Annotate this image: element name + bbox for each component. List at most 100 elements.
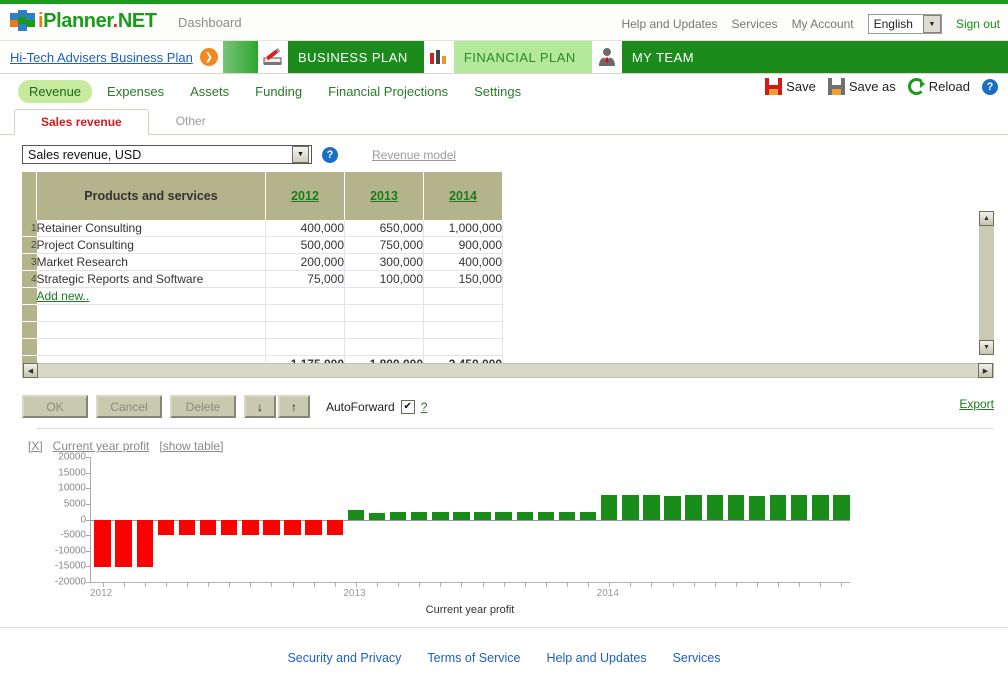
section-nav-financial-projections[interactable]: Financial Projections (317, 80, 459, 103)
column-header-2014[interactable]: 2014 (424, 172, 503, 220)
empty-cell[interactable] (266, 305, 345, 322)
row-number: 1 (22, 220, 37, 237)
tab-other[interactable]: Other (149, 108, 233, 134)
row-value-2013[interactable]: 650,000 (345, 220, 424, 237)
column-header-2012[interactable]: 2012 (266, 172, 345, 220)
empty-cell[interactable] (37, 339, 266, 356)
row-value-2014[interactable]: 400,000 (424, 254, 503, 271)
plan-tab-business-plan[interactable]: BUSINESS PLAN (258, 41, 424, 73)
empty-cell[interactable] (424, 322, 503, 339)
row-value-2013[interactable]: 300,000 (345, 254, 424, 271)
delete-button[interactable]: Delete (170, 395, 236, 418)
scroll-up-button[interactable]: ▲ (979, 211, 994, 226)
add-new-cell[interactable]: Add new.. (37, 288, 266, 305)
chart-x-tick (103, 582, 104, 587)
ok-button[interactable]: OK (22, 395, 88, 418)
table-horizontal-scrollbar[interactable]: ◀ ▶ (22, 363, 994, 378)
logo[interactable]: iPlanner.NET (10, 8, 157, 34)
autoforward-checkbox[interactable]: ✔ (401, 400, 415, 414)
sign-out-link[interactable]: Sign out (956, 17, 1000, 31)
chart-close-link[interactable]: [X] (28, 439, 43, 453)
empty-cell[interactable] (345, 288, 424, 305)
header-link-help-and-updates[interactable]: Help and Updates (621, 17, 717, 31)
empty-cell[interactable] (266, 288, 345, 305)
add-new-link[interactable]: Add new.. (37, 289, 90, 303)
chart-x-tick (736, 582, 737, 587)
toolbar: Save Save as Reload ? (765, 78, 998, 95)
table-vertical-scrollbar[interactable]: ▲ ▼ (978, 211, 994, 355)
chart-bar (517, 512, 533, 519)
row-value-2014[interactable]: 150,000 (424, 271, 503, 288)
row-name[interactable]: Project Consulting (37, 237, 266, 254)
row-name[interactable]: Market Research (37, 254, 266, 271)
row-name[interactable]: Retainer Consulting (37, 220, 266, 237)
scroll-down-button[interactable]: ▼ (979, 340, 994, 355)
language-select[interactable]: English ▼ (868, 14, 942, 34)
empty-cell[interactable] (345, 322, 424, 339)
plan-tab-financial-plan[interactable]: FINANCIAL PLAN (424, 41, 592, 73)
row-value-2013[interactable]: 750,000 (345, 237, 424, 254)
plan-arrow-icon[interactable]: ❯ (199, 47, 219, 67)
row-value-2012[interactable]: 75,000 (266, 271, 345, 288)
move-up-button[interactable]: ↑ (278, 395, 310, 418)
footer-link-help-and-updates[interactable]: Help and Updates (547, 651, 647, 665)
row-value-2012[interactable]: 400,000 (266, 220, 345, 237)
autoforward-label: AutoForward (326, 400, 395, 414)
footer-link-terms-of-service[interactable]: Terms of Service (427, 651, 520, 665)
header-link-my-account[interactable]: My Account (792, 17, 854, 31)
chart-x-tick (651, 582, 652, 587)
row-value-2014[interactable]: 1,000,000 (424, 220, 503, 237)
row-name[interactable]: Strategic Reports and Software (37, 271, 266, 288)
empty-cell[interactable] (424, 305, 503, 322)
export-link[interactable]: Export (959, 397, 994, 411)
scroll-right-button[interactable]: ▶ (978, 363, 993, 378)
chart-y-tick-label: -15000 (55, 561, 86, 572)
section-nav-settings[interactable]: Settings (463, 80, 532, 103)
save-as-button[interactable]: Save as (828, 78, 896, 95)
empty-cell[interactable] (266, 339, 345, 356)
row-value-2013[interactable]: 100,000 (345, 271, 424, 288)
tab-sales-revenue[interactable]: Sales revenue (14, 109, 149, 135)
unit-select[interactable]: Sales revenue, USD ▼ (22, 145, 312, 164)
chart-bar (327, 520, 343, 535)
column-header-2013[interactable]: 2013 (345, 172, 424, 220)
reload-button[interactable]: Reload (908, 78, 970, 95)
empty-cell[interactable] (266, 322, 345, 339)
dashboard-label[interactable]: Dashboard (178, 15, 242, 30)
chart-show-table-link[interactable]: [show table] (159, 439, 223, 453)
table-row: 1 Retainer Consulting 400,000 650,000 1,… (22, 220, 503, 237)
chart-y-tick (86, 535, 90, 536)
plan-tab-my-team[interactable]: MY TEAM (592, 41, 710, 73)
footer-link-security-and-privacy[interactable]: Security and Privacy (287, 651, 401, 665)
sheet-controls: Sales revenue, USD ▼ ? Revenue model (22, 145, 1008, 164)
empty-cell[interactable] (37, 305, 266, 322)
help-icon[interactable]: ? (982, 79, 998, 95)
empty-cell[interactable] (424, 288, 503, 305)
row-value-2012[interactable]: 500,000 (266, 237, 345, 254)
section-nav-assets[interactable]: Assets (179, 80, 240, 103)
empty-cell[interactable] (345, 305, 424, 322)
plan-name-link[interactable]: Hi-Tech Advisers Business Plan (10, 50, 193, 65)
save-button[interactable]: Save (765, 78, 816, 95)
revenue-model-link[interactable]: Revenue model (372, 148, 456, 162)
move-down-button[interactable]: ↓ (244, 395, 276, 418)
header-link-services[interactable]: Services (732, 17, 778, 31)
cancel-button[interactable]: Cancel (96, 395, 162, 418)
section-nav-expenses[interactable]: Expenses (96, 80, 175, 103)
empty-cell[interactable] (37, 322, 266, 339)
footer-link-services[interactable]: Services (673, 651, 721, 665)
chart-x-tick (525, 582, 526, 587)
section-nav-revenue[interactable]: Revenue (18, 80, 92, 103)
empty-cell[interactable] (424, 339, 503, 356)
row-value-2012[interactable]: 200,000 (266, 254, 345, 271)
empty-cell[interactable] (345, 339, 424, 356)
sheet-help-icon[interactable]: ? (322, 147, 338, 163)
section-nav-funding[interactable]: Funding (244, 80, 313, 103)
chart-bar (474, 512, 490, 520)
chart-bar (559, 512, 575, 520)
row-value-2014[interactable]: 900,000 (424, 237, 503, 254)
autoforward-help-link[interactable]: ? (421, 400, 428, 414)
chart-x-tick (187, 582, 188, 587)
sheet-button-row: OK Cancel Delete ↓ ↑ AutoForward ✔ ? Exp… (22, 389, 1008, 422)
scroll-left-button[interactable]: ◀ (23, 363, 38, 378)
